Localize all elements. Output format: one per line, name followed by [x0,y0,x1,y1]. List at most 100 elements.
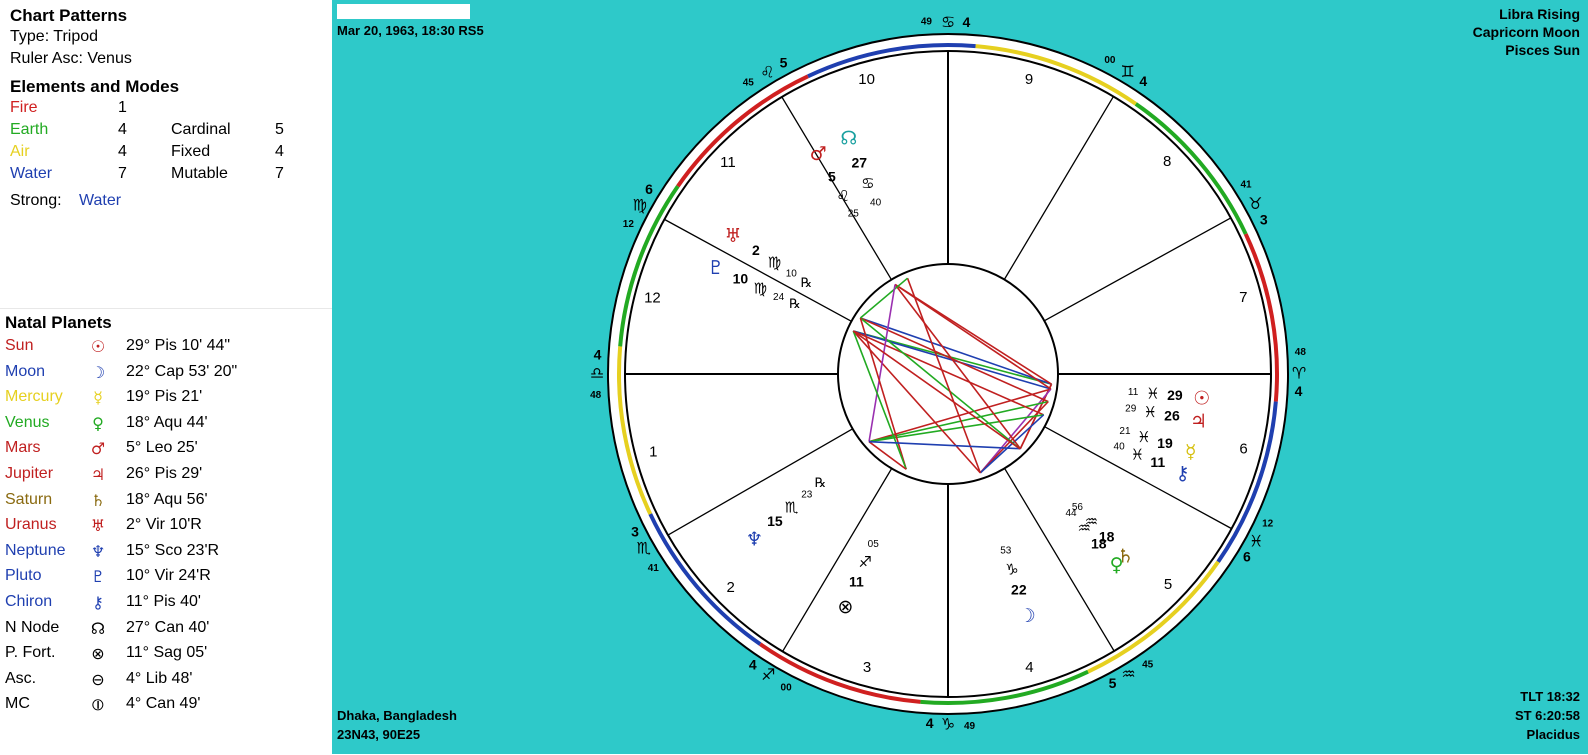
planet-glyph-icon: ☊ [90,618,106,638]
cusp-minutes: 48 [1295,347,1307,358]
cusp-sign-icon: ♍ [633,195,647,214]
cusp-degree: 3 [1260,211,1268,227]
cusp-minutes: 45 [743,78,755,89]
mode-fixed-label: Fixed [171,143,211,160]
planet-row: MC ⦶ 4° Can 49' [0,695,332,720]
natal-planets-title: Natal Planets [5,313,112,332]
element-fire-label: Fire [10,99,38,116]
planet-degree: 11 [849,573,864,589]
planet-degree: 27 [851,155,867,171]
retrograde-icon: ℞ [789,297,801,312]
house-number: 3 [863,659,871,676]
planet-name: Asc. [5,669,37,687]
planet-row: Pluto ♇ 10° Vir 24'R [0,567,332,592]
planet-icon: ♃ [1190,410,1207,432]
cusp-sign-icon: ♈ [1292,364,1306,383]
planet-minutes: 44 [1065,508,1077,519]
cusp-minutes: 00 [781,682,793,693]
planet-icon: ♆ [746,528,763,550]
planet-sign-icon: ♏ [785,499,799,517]
house-number: 11 [720,154,736,171]
retrograde-icon: ℞ [815,476,827,491]
planet-sign-icon: ♐ [858,553,871,571]
planet-glyph-icon: ☉ [90,337,106,356]
planet-position: 29° Pis 10' 44" [126,337,231,354]
planet-row: P. Fort. ⊗ 11° Sag 05' [0,644,332,669]
planet-glyph-icon: ♅ [90,516,106,536]
cusp-degree: 4 [962,14,970,30]
planet-minutes: 11 [1128,387,1139,398]
planet-name: Chiron [5,593,53,610]
planet-sign-icon: ♍ [754,279,767,297]
planet-icon: ☽ [1019,605,1036,627]
planet-minutes: 29 [1125,403,1137,414]
planet-name: Neptune [5,541,66,559]
planet-name: Saturn [5,490,53,508]
planet-row: Neptune ♆ 15° Sco 23'R [0,542,332,567]
planet-glyph-icon: ♇ [90,567,106,587]
house-number: 5 [1164,576,1172,593]
element-air-label: Air [10,143,30,160]
planet-glyph-icon: ⊖ [91,669,105,689]
planet-icon: ♇ [707,257,724,279]
planet-degree: 19 [1157,435,1173,451]
planet-name: Mars [5,439,41,457]
element-water-count: 7 [118,165,127,182]
element-fire-count: 1 [118,99,127,116]
cusp-minutes: 49 [964,721,976,732]
house-number: 8 [1163,153,1171,170]
house-number: 9 [1025,71,1033,88]
planet-row: Uranus ♅ 2° Vir 10'R [0,516,332,541]
planet-icon: ♂ [810,143,827,165]
planet-minutes: 25 [848,209,860,220]
cusp-sign-icon: ♑ [941,715,955,734]
planet-icon: ⚷ [1176,463,1190,485]
planet-glyph-icon: ♃ [90,465,106,484]
planet-glyph-icon: ♂ [90,439,106,459]
planet-position: 4° Can 49' [126,695,201,713]
ruler-asc: Ruler Asc: Venus [10,50,132,67]
cusp-degree: 4 [749,656,757,672]
natal-planets-panel: Natal Planets Sun ☉ 29° Pis 10' 44" Moon ☽ 22… [0,308,332,755]
natal-chart-wheel: 4♎483♏414♐004 ♑ 495 ♒ 456♓124♈483♉414♊004♋49… [590,13,1307,734]
cusp-degree: 4 [1139,73,1147,89]
cusp-sign-icon: ♌ [760,62,774,81]
planet-degree: 10 [733,271,749,287]
cusp-degree: 5 [1109,675,1117,691]
planet-minutes: 23 [801,490,813,501]
element-earth-count: 4 [118,121,127,138]
planet-name: Moon [5,362,46,380]
planet-name: Pluto [5,567,42,585]
house-number: 7 [1239,289,1247,306]
cusp-degree: 3 [631,524,639,540]
planet-position: 22° Cap 53' 20" [126,362,238,380]
element-water-label: Water [10,165,53,182]
planet-sign-icon: ♓ [1137,428,1150,446]
cusp-degree: 4 [926,715,934,731]
planet-position: 27° Can 40' [126,618,210,636]
retrograde-icon: ℞ [801,276,813,291]
chart-patterns-title: Chart Patterns [10,6,128,25]
planet-icon: ☊ [840,128,857,150]
aspect-hub [837,263,1059,485]
house-number: 12 [644,290,661,307]
planet-sign-icon: ♑ [1005,560,1018,578]
planet-row: Chiron ⚷ 11° Pis 40' [0,593,332,618]
planet-position: 15° Sco 23'R [126,541,220,559]
planet-degree: 11 [1150,454,1165,470]
planet-row: Venus ♀ 18° Aqu 44' [0,414,332,439]
planet-degree: 18 [1091,536,1107,552]
elements-modes-title: Elements and Modes [10,77,180,96]
planet-name: Mercury [5,388,63,406]
planet-sign-icon: ♓ [1144,403,1157,421]
cusp-sign-icon: ♐ [761,665,775,684]
planet-icon: ☉ [1193,387,1210,409]
cusp-degree: 5 [780,55,788,71]
planet-minutes: 21 [1119,426,1131,437]
planet-position: 4° Lib 48' [126,669,193,687]
planet-minutes: 05 [868,539,880,550]
planet-icon: ♀ [1110,554,1124,576]
cusp-minutes: 41 [1240,179,1252,190]
chart-patterns-panel: Chart Patterns Type: Tripod Ruler Asc: V… [0,0,332,308]
cusp-sign-icon: ♉ [1248,194,1262,213]
